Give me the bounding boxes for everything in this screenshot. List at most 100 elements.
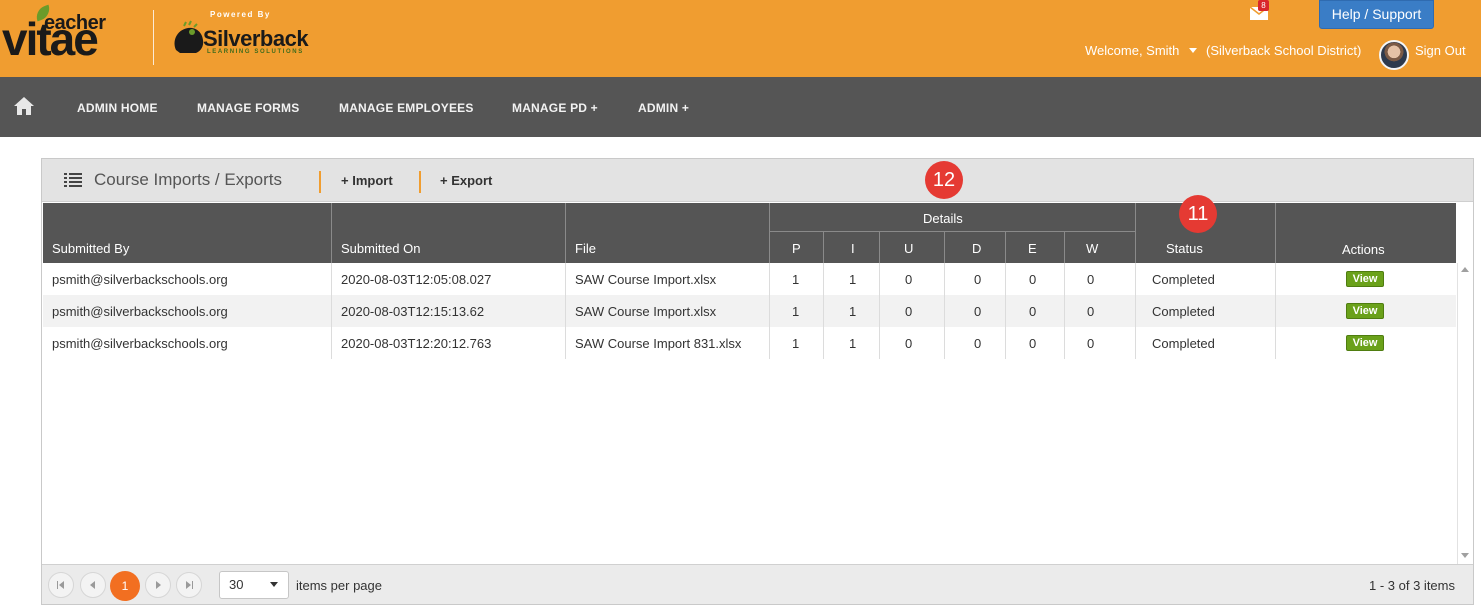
col-u[interactable]: U	[904, 241, 913, 256]
pager-info: 1 - 3 of 3 items	[1369, 578, 1455, 593]
top-header: eacher vitae Powered By Silverback LEARN…	[0, 0, 1481, 77]
cell-status: Completed	[1152, 304, 1215, 319]
col-p[interactable]: P	[792, 241, 801, 256]
cell-submitted-on: 2020-08-03T12:05:08.027	[341, 272, 492, 287]
nav-admin-home[interactable]: ADMIN HOME	[77, 101, 158, 115]
col-divider	[769, 203, 770, 263]
col-divider	[879, 263, 880, 359]
col-divider	[565, 263, 566, 359]
cell-d: 0	[974, 304, 982, 319]
cell-w: 0	[1087, 304, 1095, 319]
callout-badge-11: 11	[1179, 195, 1217, 233]
home-icon[interactable]	[13, 96, 35, 116]
cell-submitted-on: 2020-08-03T12:20:12.763	[341, 336, 492, 351]
next-page-icon	[156, 581, 161, 589]
col-i[interactable]: I	[851, 241, 855, 256]
cell-w: 0	[1087, 272, 1095, 287]
export-button[interactable]: + Export	[440, 173, 492, 188]
cell-w: 0	[1087, 336, 1095, 351]
avatar[interactable]	[1379, 40, 1409, 70]
table-row[interactable]: psmith@silverbackschools.org 2020-08-03T…	[43, 263, 1456, 295]
vertical-scrollbar[interactable]	[1457, 263, 1473, 565]
mail-count-badge: 8	[1258, 0, 1269, 11]
col-divider	[565, 203, 566, 263]
page-number-button[interactable]: 1	[110, 571, 140, 601]
last-page-arrow-icon	[186, 581, 191, 589]
col-w[interactable]: W	[1086, 241, 1098, 256]
course-imports-panel: Course Imports / Exports + Import + Expo…	[41, 158, 1474, 605]
teacher-vitae-logo[interactable]: eacher vitae	[2, 4, 142, 66]
nav-manage-pd[interactable]: MANAGE PD +	[512, 101, 598, 115]
col-divider	[823, 263, 824, 359]
col-divider	[1064, 231, 1065, 263]
cell-d: 0	[974, 336, 982, 351]
cell-i: 1	[849, 336, 857, 351]
cell-submitted-by: psmith@silverbackschools.org	[52, 336, 228, 351]
col-submitted-on[interactable]: Submitted On	[341, 241, 421, 256]
district-name: (Silverback School District)	[1206, 43, 1362, 58]
powered-by-label: Powered By	[210, 10, 271, 19]
chevron-down-icon[interactable]	[270, 582, 278, 587]
scroll-down-arrow-icon[interactable]	[1461, 553, 1469, 558]
cell-submitted-on: 2020-08-03T12:15:13.62	[341, 304, 485, 319]
callout-badge-12: 12	[925, 161, 963, 199]
grid-header: Submitted By Submitted On File Details P…	[43, 195, 1456, 263]
col-e[interactable]: E	[1028, 241, 1037, 256]
first-page-arrow-icon	[59, 581, 64, 589]
col-divider	[769, 263, 770, 359]
header-separator	[319, 171, 321, 193]
logo-vitae-text: vitae	[2, 13, 99, 65]
main-nav: ADMIN HOME MANAGE FORMS MANAGE EMPLOYEES…	[0, 77, 1481, 137]
col-divider	[879, 231, 880, 263]
cell-file: SAW Course Import 831.xlsx	[575, 336, 742, 351]
page-size-select[interactable]: 30	[219, 571, 289, 599]
silverback-subtitle: LEARNING SOLUTIONS	[207, 49, 304, 55]
next-page-button[interactable]	[145, 572, 171, 598]
help-support-button[interactable]: Help / Support	[1319, 0, 1434, 29]
cell-file: SAW Course Import.xlsx	[575, 304, 717, 319]
cell-submitted-by: psmith@silverbackschools.org	[52, 272, 228, 287]
cell-d: 0	[974, 272, 982, 287]
header-separator	[419, 171, 421, 193]
cell-i: 1	[849, 272, 857, 287]
chevron-down-icon[interactable]	[1189, 48, 1197, 53]
cell-p: 1	[792, 304, 800, 319]
table-row[interactable]: psmith@silverbackschools.org 2020-08-03T…	[43, 327, 1456, 359]
details-divider	[770, 231, 1136, 232]
col-details-group: Details	[923, 211, 963, 226]
sign-out-link[interactable]: Sign Out	[1415, 43, 1466, 58]
col-d[interactable]: D	[972, 241, 981, 256]
col-divider	[823, 231, 824, 263]
prev-page-button[interactable]	[80, 572, 106, 598]
first-page-icon	[57, 581, 58, 589]
cell-file: SAW Course Import.xlsx	[575, 272, 717, 287]
import-button[interactable]: + Import	[341, 173, 393, 188]
first-page-button[interactable]	[48, 572, 74, 598]
col-divider	[1135, 203, 1136, 263]
col-status[interactable]: Status	[1166, 241, 1203, 256]
cell-e: 0	[1029, 336, 1037, 351]
scroll-up-arrow-icon[interactable]	[1461, 267, 1469, 272]
col-submitted-by[interactable]: Submitted By	[52, 241, 129, 256]
cell-status: Completed	[1152, 272, 1215, 287]
table-row[interactable]: psmith@silverbackschools.org 2020-08-03T…	[43, 295, 1456, 327]
view-button[interactable]: View	[1346, 271, 1384, 287]
nav-manage-employees[interactable]: MANAGE EMPLOYEES	[339, 101, 474, 115]
col-file[interactable]: File	[575, 241, 596, 256]
col-divider	[1135, 263, 1136, 359]
col-divider	[1275, 263, 1276, 359]
col-divider	[1005, 231, 1006, 263]
view-button[interactable]: View	[1346, 335, 1384, 351]
cell-p: 1	[792, 272, 800, 287]
nav-admin[interactable]: ADMIN +	[638, 101, 689, 115]
last-page-button[interactable]	[176, 572, 202, 598]
list-icon	[64, 173, 82, 187]
cell-u: 0	[905, 336, 913, 351]
view-button[interactable]: View	[1346, 303, 1384, 319]
prev-page-icon	[90, 581, 95, 589]
col-divider	[944, 263, 945, 359]
welcome-user-menu[interactable]: Welcome, Smith	[1085, 43, 1179, 58]
col-divider	[1275, 203, 1276, 263]
grid-pager: 1 30 items per page 1 - 3 of 3 items	[42, 564, 1473, 604]
nav-manage-forms[interactable]: MANAGE FORMS	[197, 101, 299, 115]
